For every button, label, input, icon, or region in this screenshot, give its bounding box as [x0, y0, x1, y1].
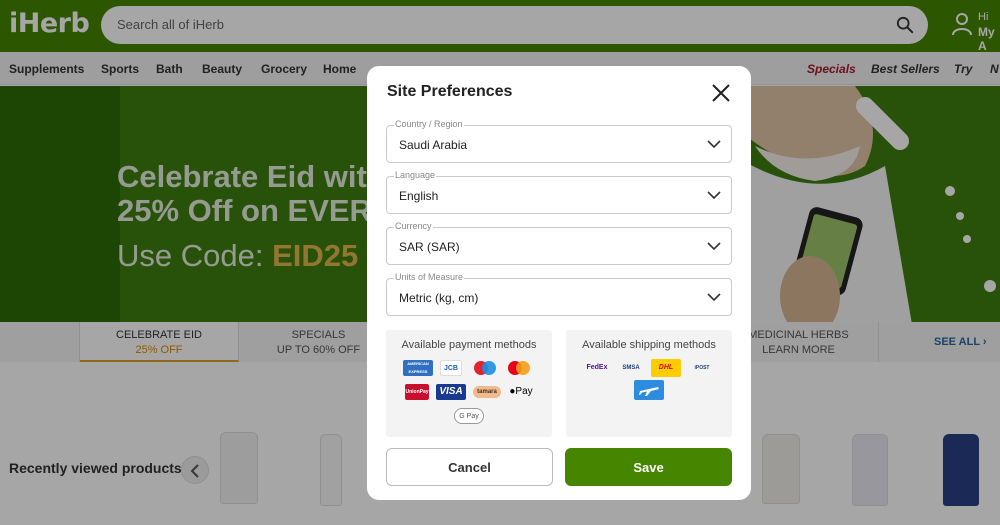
save-button[interactable]: Save: [565, 448, 732, 486]
dhl-icon: DHL: [651, 359, 681, 377]
site-preferences-dialog: Site Preferences Country / Region Saudi …: [367, 66, 751, 500]
apple-pay-icon: ●Pay: [507, 384, 535, 400]
language-select[interactable]: Language English: [386, 170, 732, 214]
chevron-down-icon: [707, 191, 721, 200]
dialog-title: Site Preferences: [387, 83, 513, 100]
amex-icon: AMERICAN EXPRESS: [403, 360, 433, 376]
jcb-icon: JCB: [440, 360, 462, 376]
tamara-icon: tamara: [473, 386, 501, 398]
apple-pay-label: Pay: [515, 386, 533, 397]
fedex-icon: FedEx: [586, 364, 608, 371]
chevron-down-icon: [707, 140, 721, 149]
country-select[interactable]: Country / Region Saudi Arabia: [386, 119, 732, 163]
units-select[interactable]: Units of Measure Metric (kg, cm): [386, 272, 732, 316]
unionpay-icon: UnionPay: [405, 384, 429, 400]
maestro-icon: [474, 361, 496, 375]
field-label: Units of Measure: [394, 272, 465, 282]
courier-icon: iPOST: [694, 365, 710, 371]
field-value: Saudi Arabia: [399, 138, 468, 152]
payment-methods-title: Available payment methods: [401, 339, 537, 351]
chevron-down-icon: [707, 242, 721, 251]
field-label: Language: [394, 170, 437, 180]
field-value: SAR (SAR): [399, 240, 460, 254]
close-icon[interactable]: [710, 82, 732, 104]
shipping-methods-title: Available shipping methods: [582, 339, 716, 351]
field-label: Country / Region: [394, 119, 464, 129]
field-label: Currency: [394, 221, 433, 231]
cancel-button[interactable]: Cancel: [386, 448, 553, 486]
field-value: Metric (kg, cm): [399, 291, 479, 305]
airplane-icon: [634, 380, 664, 400]
visa-icon: VISA: [436, 384, 466, 400]
payment-methods-panel: Available payment methods AMERICAN EXPRE…: [386, 330, 552, 437]
field-value: English: [399, 189, 439, 203]
shipping-methods-panel: Available shipping methods FedEx SMSA DH…: [566, 330, 732, 437]
mastercard-icon: [508, 361, 530, 375]
chevron-down-icon: [707, 293, 721, 302]
smsa-icon: SMSA: [622, 365, 640, 371]
currency-select[interactable]: Currency SAR (SAR): [386, 221, 732, 265]
google-pay-icon: G Pay: [454, 408, 484, 424]
